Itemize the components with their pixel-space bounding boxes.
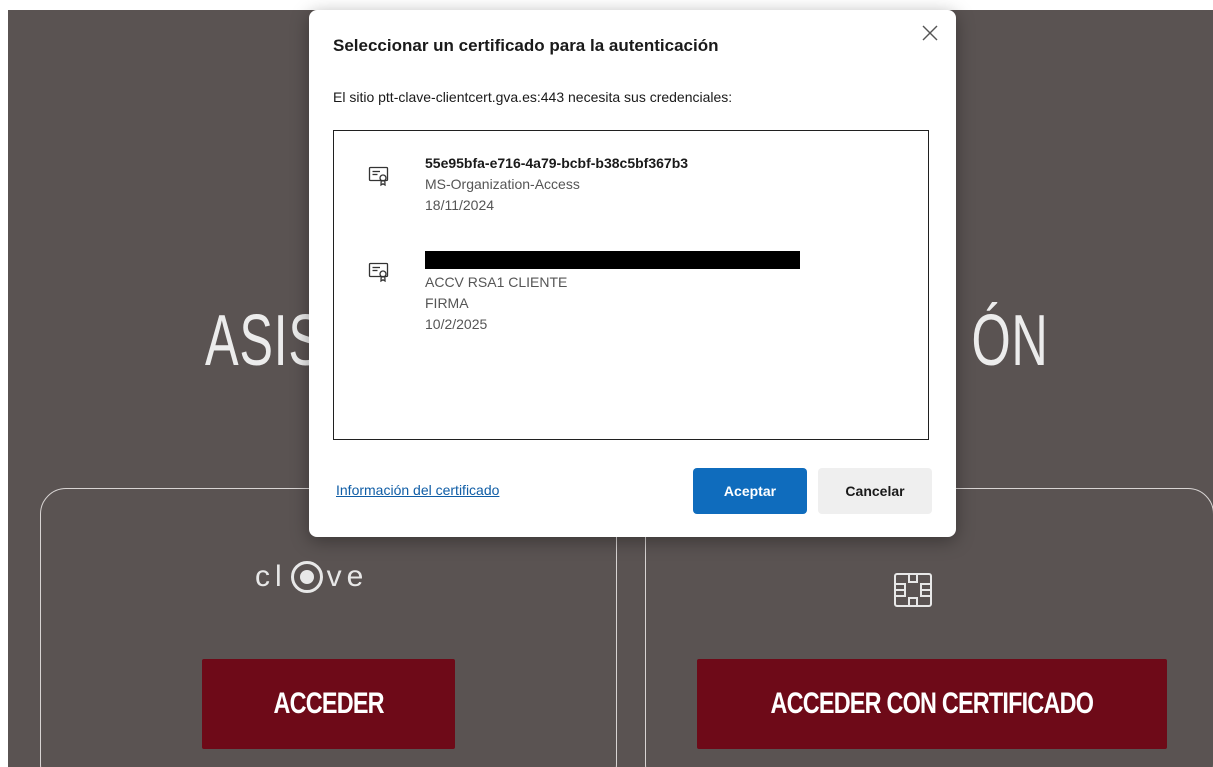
close-icon[interactable]	[919, 22, 941, 44]
redacted-certificate-name	[425, 251, 800, 269]
certificate-purpose: FIRMA	[425, 295, 469, 311]
acceder-button-label: ACCEDER	[273, 687, 384, 720]
certificate-dialog: Seleccionar un certificado para la auten…	[309, 10, 956, 537]
smartcard-chip-icon	[893, 572, 933, 613]
certificate-date: 18/11/2024	[425, 197, 495, 213]
certificate-icon	[368, 261, 390, 288]
certificate-issuer: MS-Organization-Access	[425, 176, 580, 192]
hero-title-left: ASIS	[205, 301, 323, 381]
clave-logo-mark-icon	[290, 561, 323, 593]
accept-button[interactable]: Aceptar	[693, 468, 807, 514]
clave-logo-text-end: ve	[326, 560, 369, 593]
certificate-info-link[interactable]: Información del certificado	[336, 482, 499, 498]
certificate-icon	[368, 165, 390, 192]
acceder-certificado-button-label: ACCEDER CON CERTIFICADO	[770, 687, 1094, 720]
certificate-date: 10/2/2025	[425, 316, 488, 332]
acceder-certificado-button[interactable]: ACCEDER CON CERTIFICADO	[697, 659, 1167, 749]
certificate-issuer: ACCV RSA1 CLIENTE	[425, 274, 568, 290]
certificate-details: ACCV RSA1 CLIENTE FIRMA 10/2/2025	[425, 249, 800, 335]
cancel-button[interactable]: Cancelar	[818, 468, 932, 514]
dialog-subtitle: El sitio ptt-clave-clientcert.gva.es:443…	[333, 89, 733, 105]
clave-logo: cl ve	[255, 560, 368, 594]
hero-title-right: ÓN	[971, 301, 1049, 381]
browser-page: ASIS ÓN cl ve ACCEDER ACCEDER CON CERTIFI…	[0, 0, 1213, 767]
acceder-button[interactable]: ACCEDER	[202, 659, 455, 749]
certificate-details: 55e95bfa-e716-4a79-bcbf-b38c5bf367b3 MS-…	[425, 153, 688, 216]
certificate-list: 55e95bfa-e716-4a79-bcbf-b38c5bf367b3 MS-…	[333, 130, 929, 440]
clave-logo-text-start: cl	[255, 560, 287, 593]
dialog-title: Seleccionar un certificado para la auten…	[333, 36, 719, 55]
certificate-name: 55e95bfa-e716-4a79-bcbf-b38c5bf367b3	[425, 155, 689, 171]
